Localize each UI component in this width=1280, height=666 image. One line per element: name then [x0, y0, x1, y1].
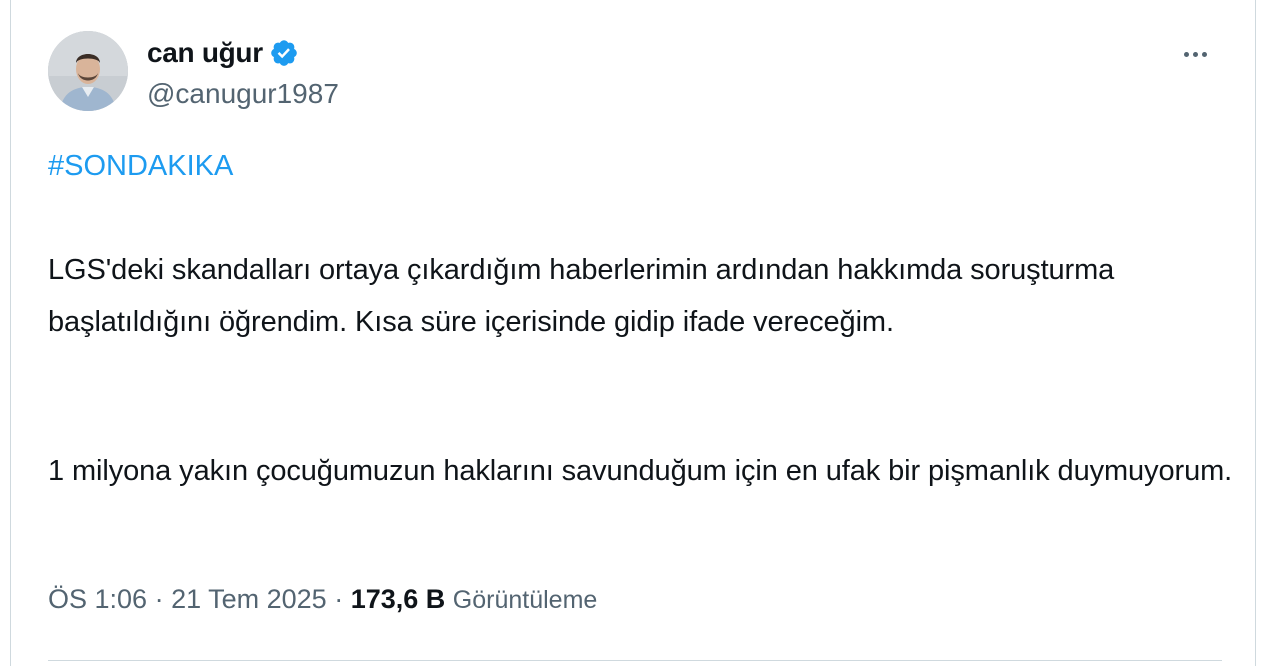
more-horizontal-icon	[1182, 51, 1209, 57]
tweet-card: can uğur @canugur1987 #SONDAKIKA LGS'dek…	[10, 0, 1256, 666]
meta-separator: ·	[326, 584, 351, 614]
avatar[interactable]	[48, 31, 128, 111]
divider	[48, 660, 1222, 661]
tweet-text-paragraph-1: LGS'deki skandalları ortaya çıkardığım h…	[48, 254, 1115, 338]
author-name-row: can uğur	[147, 36, 299, 70]
author-display-name[interactable]: can uğur	[147, 37, 263, 69]
more-options-button[interactable]	[1175, 36, 1215, 72]
meta-separator: ·	[147, 584, 172, 614]
tweet-text-paragraph-2: 1 milyona yakın çocuğumuzun haklarını sa…	[48, 455, 1233, 487]
hashtag-link[interactable]: #SONDAKIKA	[48, 150, 233, 183]
avatar-image	[48, 31, 128, 111]
tweet-meta: ÖS 1:06 · 21 Tem 2025 · 173,6 B Görüntül…	[48, 584, 597, 615]
tweet-date[interactable]: 21 Tem 2025	[171, 584, 327, 614]
verified-badge-icon	[271, 40, 297, 66]
views-count: 173,6 B	[350, 584, 446, 614]
views-label: Görüntüleme	[452, 586, 598, 614]
author-handle[interactable]: @canugur1987	[147, 78, 339, 110]
tweet-time[interactable]: ÖS 1:06	[48, 584, 147, 614]
